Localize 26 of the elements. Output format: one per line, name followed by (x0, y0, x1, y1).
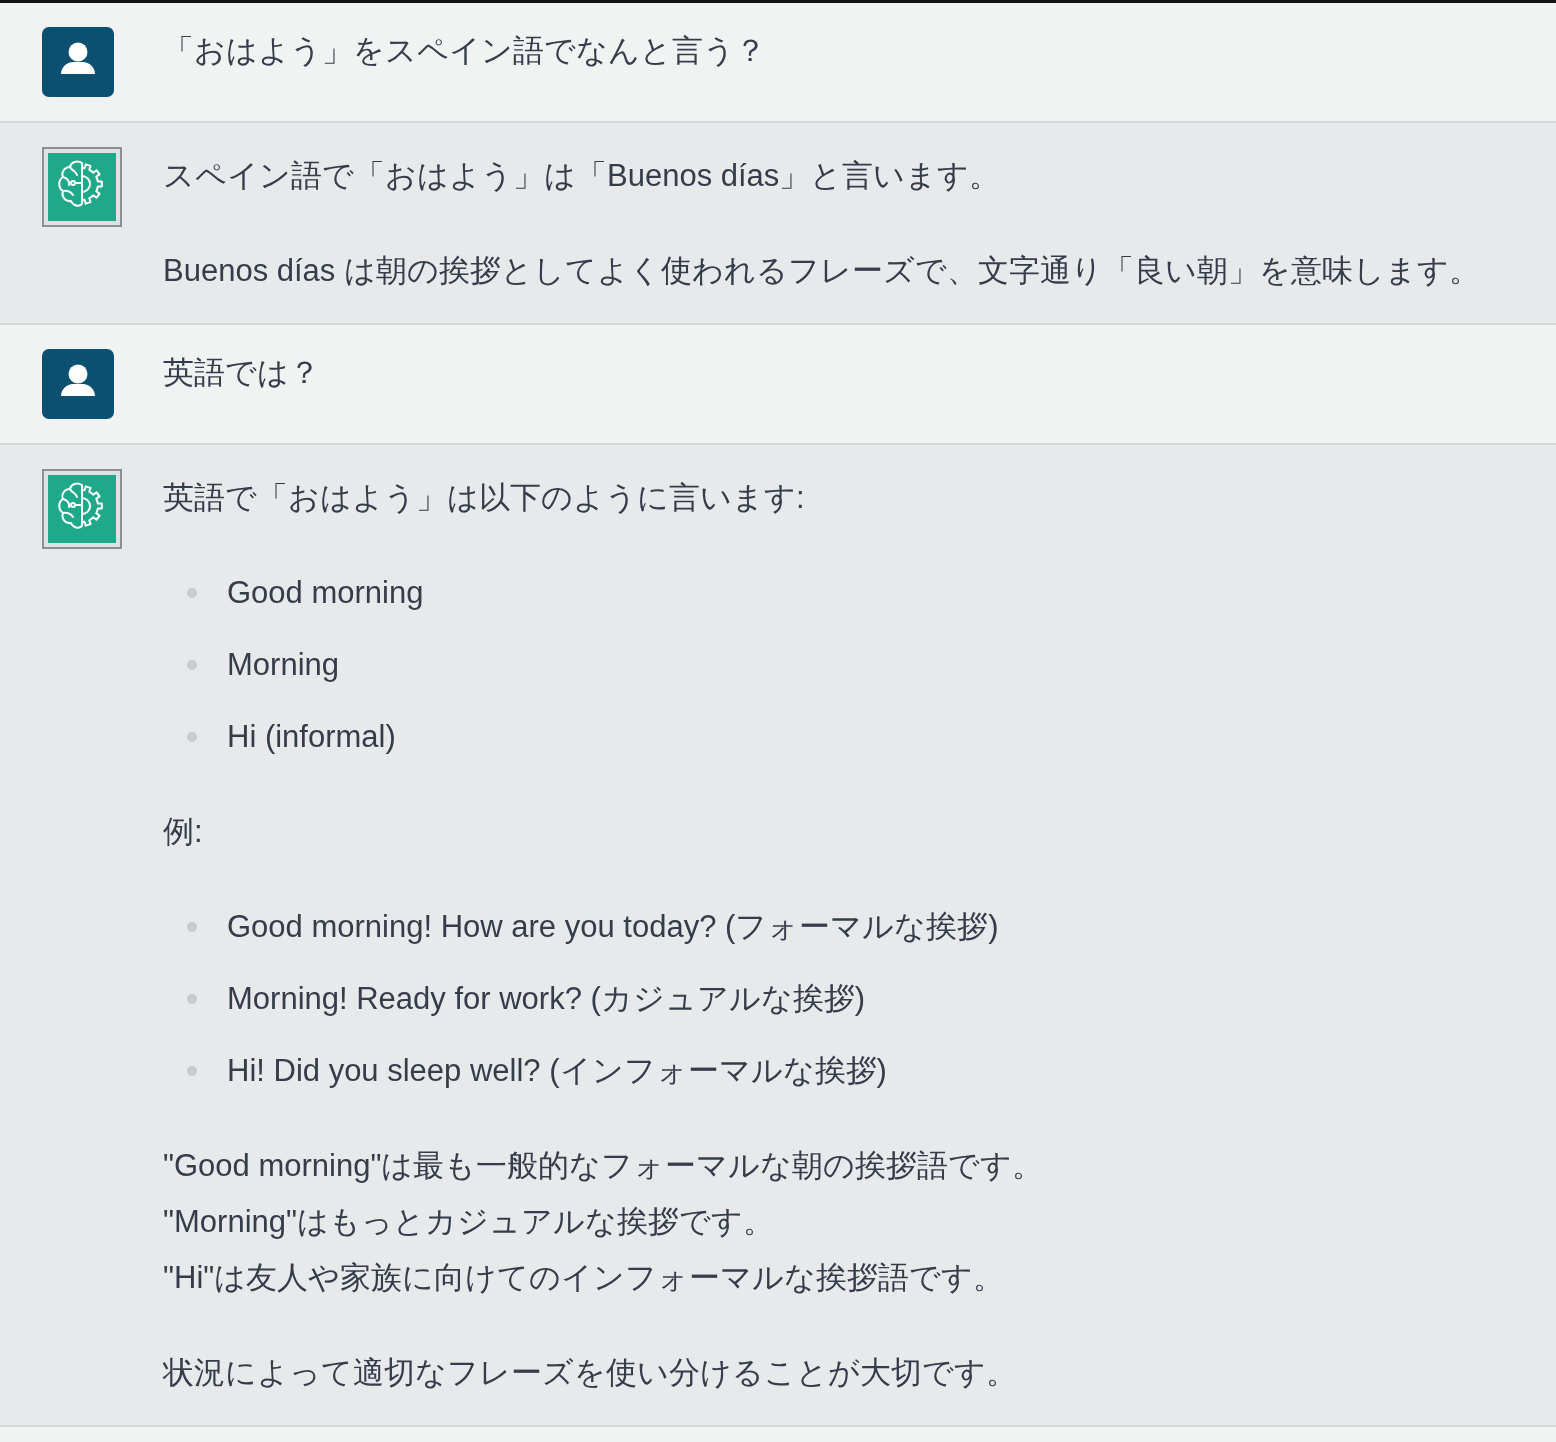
list-item-text: Morning! Ready for work? (カジュアルな挨拶) (227, 980, 866, 1018)
list-item-text: Hi (informal) (227, 718, 396, 756)
list-item-text: Good morning! How are you today? (フォーマルな挨拶) (227, 908, 999, 946)
brain-gear-icon (42, 469, 122, 549)
brain-gear-icon (42, 147, 122, 227)
bullet-icon (187, 922, 197, 932)
message-line: "Morning"はもっとカジュアルな挨拶です。 (163, 1203, 775, 1241)
message-text: スペイン語で「おはよう」は「Buenos días」と言います。 (163, 157, 1002, 195)
list-item-text: Good morning (227, 574, 424, 612)
bullet-icon (187, 994, 197, 1004)
message-text: 英語で「おはよう」は以下のように言います: (163, 479, 806, 517)
message-text: Buenos días は朝の挨拶としてよく使われるフレーズで、文字通り「良い朝」を意味します。 (163, 252, 1481, 290)
list-item-text: Hi! Did you sleep well? (インフォーマルな挨拶) (227, 1052, 887, 1090)
message-line: "Good morning"は最も一般的なフォーマルな朝の挨拶語です。 (163, 1147, 1045, 1185)
bullet-icon (187, 732, 197, 742)
message-text: 状況によって適切なフレーズを使い分けることが大切です。 (163, 1354, 1018, 1392)
person-icon (42, 27, 114, 97)
message-text: 例: (163, 813, 204, 851)
bullet-icon (187, 660, 197, 670)
message-line: "Hi"は友人や家族に向けてのインフォーマルな挨拶語です。 (163, 1259, 1006, 1297)
person-icon (42, 349, 114, 419)
bullet-icon (187, 588, 197, 598)
message-text: 「おはよう」をスペイン語でなんと言う？ (163, 32, 767, 70)
list-item-text: Morning (227, 646, 339, 684)
bullet-icon (187, 1066, 197, 1076)
message-text: 英語では？ (163, 354, 321, 392)
